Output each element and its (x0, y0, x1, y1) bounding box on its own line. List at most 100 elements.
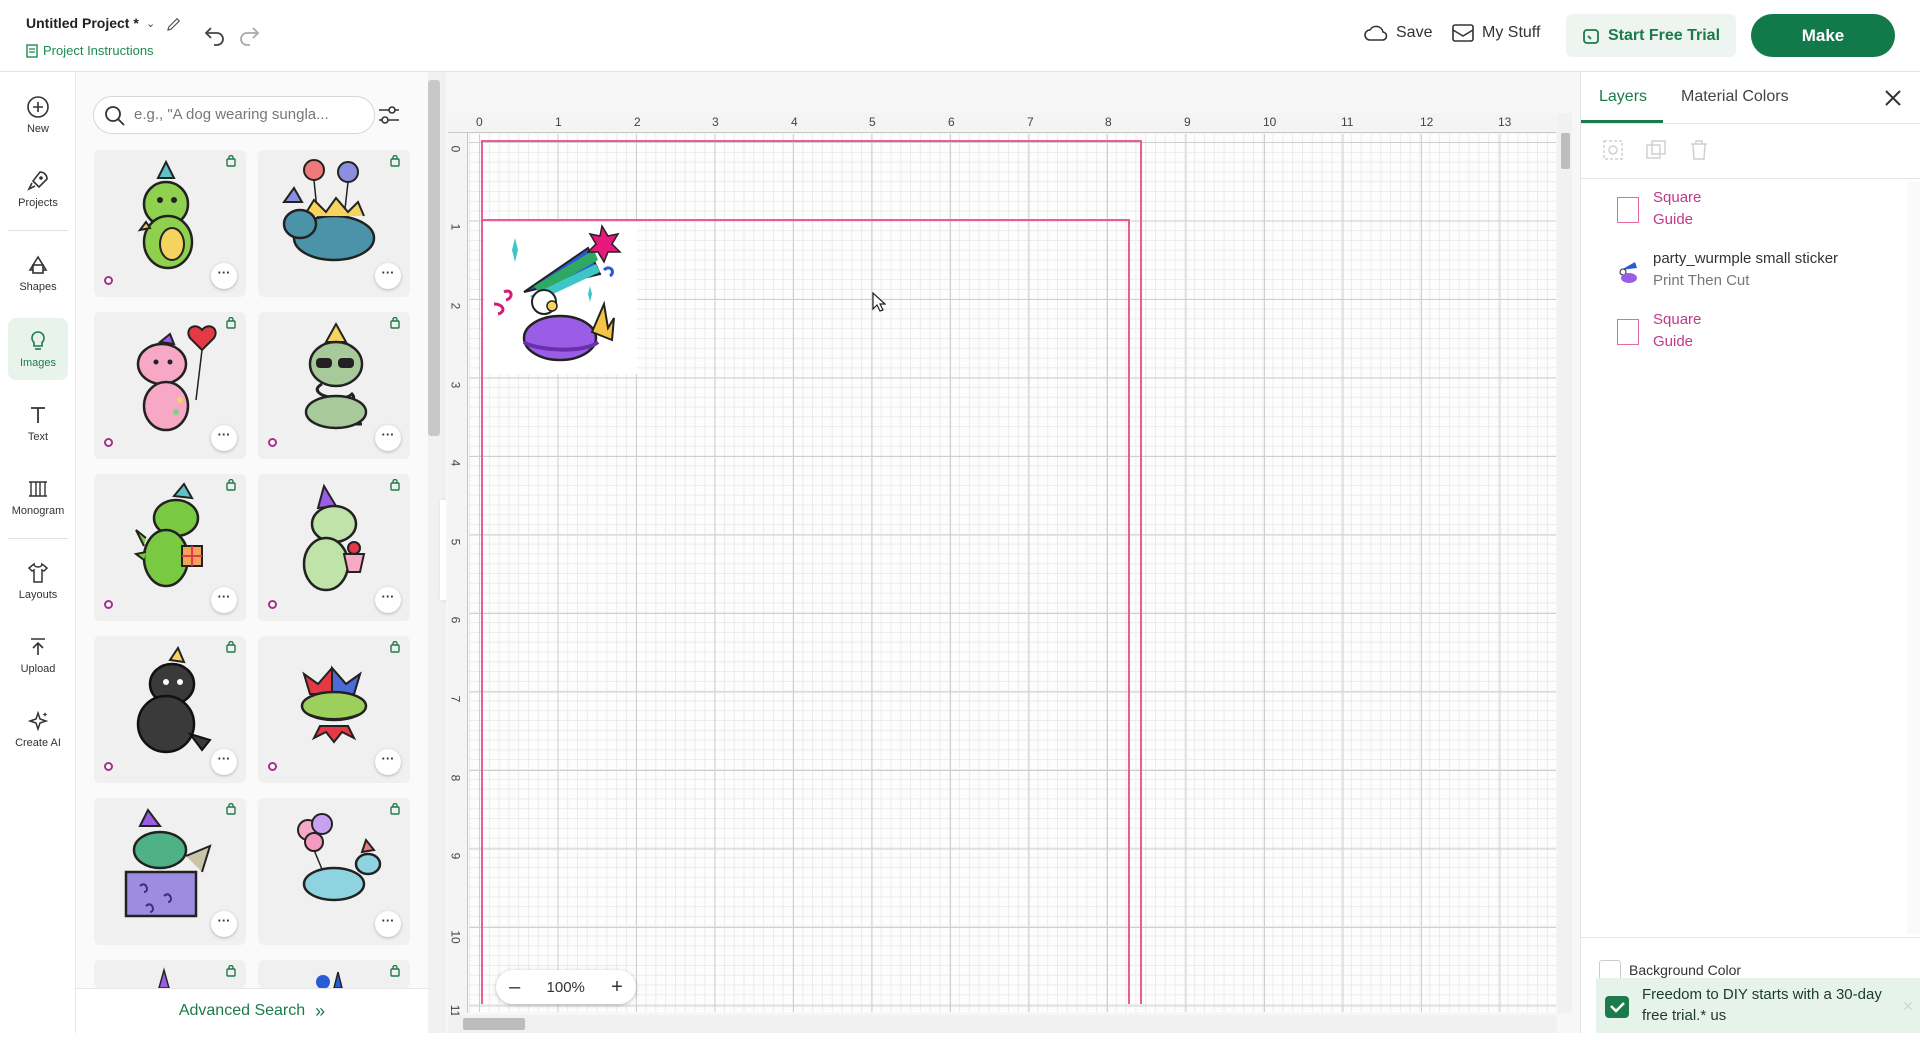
promo-close-icon[interactable]: ✕ (1902, 998, 1914, 1015)
rail-projects-button[interactable]: Projects (8, 158, 68, 220)
ruler-tick: 8 (448, 774, 463, 782)
chevron-down-icon[interactable]: ⌄ (146, 17, 155, 30)
ruler-tick: 2 (448, 302, 463, 310)
canvas-horizontal-scroll-thumb[interactable] (463, 1018, 525, 1030)
project-title[interactable]: Untitled Project * (26, 15, 139, 31)
layer-item[interactable]: party_wurmple small sticker Print Then C… (1617, 248, 1907, 296)
filter-sliders-icon[interactable] (376, 102, 402, 128)
green-dino-party-art (137, 159, 194, 270)
purchase-indicator (104, 762, 113, 771)
more-options-button[interactable]: ··· (375, 911, 401, 937)
search-input[interactable] (134, 106, 364, 123)
advanced-search-link[interactable]: Advanced Search » (76, 988, 428, 1033)
trash-icon[interactable] (1687, 138, 1711, 162)
tab-layers[interactable]: Layers (1599, 88, 1647, 106)
rail-images-button[interactable]: Images (8, 318, 68, 380)
ruler-tick: 8 (1105, 115, 1112, 129)
light-green-dino-cupcake-art (302, 483, 366, 592)
pin-icon (226, 479, 236, 491)
close-icon[interactable] (1881, 86, 1905, 110)
ruler-tick: 11 (1341, 115, 1354, 129)
rail-text-button[interactable]: Text (8, 392, 68, 454)
image-card[interactable]: ··· (258, 312, 410, 459)
image-card[interactable]: ··· (94, 474, 246, 621)
more-options-button[interactable]: ··· (211, 425, 237, 451)
free-trial-promo[interactable]: Freedom to DIY starts with a 30-day free… (1596, 978, 1920, 1033)
duplicate-icon[interactable] (1644, 138, 1668, 162)
more-options-button[interactable]: ··· (375, 425, 401, 451)
rail-monogram-button[interactable]: Monogram (8, 466, 68, 528)
image-card[interactable]: ··· (94, 150, 246, 297)
trial-badge-icon (1605, 996, 1629, 1018)
rail-shapes-button[interactable]: Shapes (8, 242, 68, 304)
image-card[interactable] (258, 960, 410, 988)
image-card[interactable]: ··· (94, 798, 246, 945)
pin-icon (226, 803, 236, 815)
pencil-icon[interactable] (165, 15, 183, 33)
make-label: Make (1801, 25, 1845, 45)
start-free-trial-button[interactable]: Start Free Trial (1566, 14, 1736, 57)
rail-layouts-button[interactable]: Layouts (8, 550, 68, 612)
image-card[interactable]: ··· (258, 474, 410, 621)
rail-label: Images (19, 357, 57, 369)
lightbulb-icon (31, 331, 45, 350)
image-panel-scroll-thumb[interactable] (428, 80, 440, 436)
canvas-vertical-scroll-thumb[interactable] (1561, 133, 1570, 169)
rail-create-ai-button[interactable]: Create AI (8, 698, 68, 760)
party-hat-art (316, 971, 343, 988)
advanced-search-label: Advanced Search (178, 1002, 306, 1019)
tab-material-colors[interactable]: Material Colors (1681, 88, 1789, 106)
zoom-out-button[interactable]: – (509, 976, 520, 999)
inbox-icon (1452, 24, 1474, 42)
image-card[interactable]: ··· (94, 636, 246, 783)
ruler-tick: 1 (448, 223, 463, 231)
more-options-button[interactable]: ··· (211, 749, 237, 775)
make-button[interactable]: Make (1751, 14, 1895, 57)
party-wurmple-sticker[interactable] (484, 222, 637, 374)
more-options-button[interactable]: ··· (375, 587, 401, 613)
layer-item[interactable]: Square Guide (1617, 309, 1907, 357)
project-instructions-link[interactable]: Project Instructions (26, 43, 154, 58)
image-library-panel: ··· ··· ··· (76, 72, 446, 1033)
my-stuff-button[interactable]: My Stuff (1452, 24, 1540, 42)
sticker-thumbnail (1619, 262, 1637, 283)
more-options-button[interactable]: ··· (211, 263, 237, 289)
purchase-indicator (268, 438, 277, 447)
group-icon[interactable] (1601, 138, 1625, 162)
image-card[interactable]: ··· (258, 150, 410, 297)
zoom-in-button[interactable]: + (611, 976, 623, 999)
more-options-button[interactable]: ··· (375, 749, 401, 775)
pin-icon (390, 317, 400, 329)
ruler-tick: 12 (1420, 115, 1434, 129)
ruler-tick: 0 (476, 115, 483, 129)
image-card[interactable]: ··· (258, 636, 410, 783)
layer-item[interactable]: Square Guide (1617, 187, 1907, 235)
layer-type: Guide (1653, 211, 1694, 228)
search-box[interactable] (93, 96, 375, 134)
save-button[interactable]: Save (1364, 24, 1432, 42)
more-options-button[interactable]: ··· (375, 263, 401, 289)
image-card[interactable]: ··· (258, 798, 410, 945)
canvas-horizontal-scrollbar[interactable] (448, 1015, 1557, 1033)
layers-scrollbar[interactable] (1907, 182, 1920, 934)
text-icon (31, 407, 45, 423)
rail-upload-button[interactable]: Upload (8, 624, 68, 686)
image-card[interactable]: ··· (94, 312, 246, 459)
redo-icon[interactable] (237, 24, 261, 46)
rail-label: Create AI (15, 737, 61, 749)
more-options-button[interactable]: ··· (211, 587, 237, 613)
canvas-vertical-scrollbar[interactable] (1557, 113, 1572, 1013)
ruler-tick: 13 (1498, 115, 1512, 129)
snake-sunglasses-art (304, 321, 368, 430)
more-options-button[interactable]: ··· (211, 911, 237, 937)
blue-dino-balloons-art (297, 813, 382, 902)
dino-gift-box-art (124, 808, 212, 918)
rail-new-button[interactable]: New (8, 84, 68, 146)
undo-icon[interactable] (203, 24, 227, 46)
shirt-icon (27, 562, 49, 583)
pin-icon (390, 965, 400, 977)
image-card[interactable] (94, 960, 246, 988)
layers-panel: Layers Material Colors Square Guide part… (1580, 72, 1920, 1035)
layer-type: Print Then Cut (1653, 272, 1750, 289)
divider (1581, 178, 1920, 179)
